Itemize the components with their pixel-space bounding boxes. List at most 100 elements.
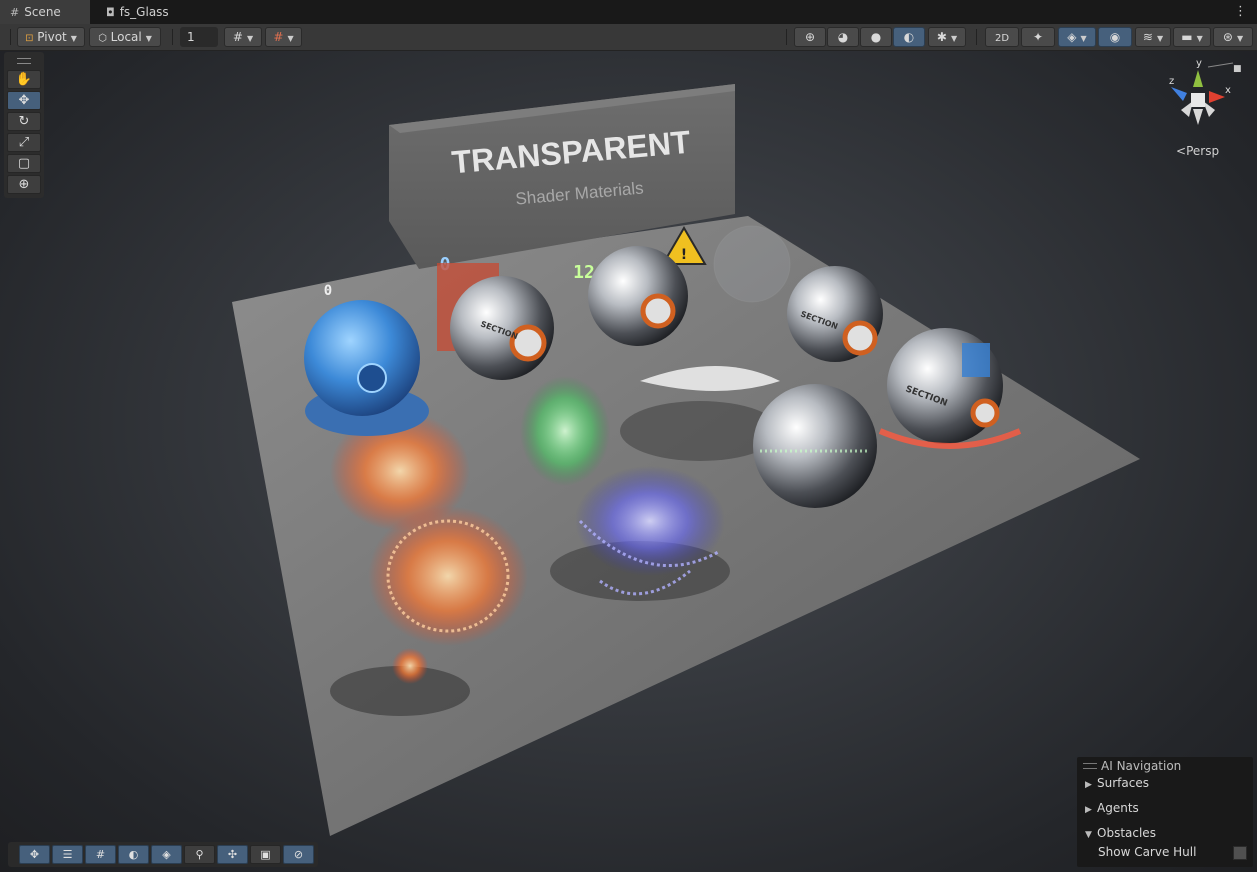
rotate-tool-button[interactable]: ↻ — [7, 112, 41, 131]
layers-dropdown[interactable]: ≋ ▼ — [1135, 27, 1171, 47]
grid-snap-icon: # — [232, 30, 243, 44]
pivot-icon: ⊡ — [25, 33, 34, 44]
chrome-robot-5 — [753, 384, 877, 508]
projection-label: Persp — [1186, 144, 1220, 158]
tab-bar: # Scene ◘ fs_Glass ⋮ — [0, 0, 1257, 24]
camera-dropdown[interactable]: ▬ ▼ — [1173, 27, 1211, 47]
settings-overlay-button[interactable]: ☰ — [52, 845, 83, 864]
chevron-down-icon: ▼ — [1196, 34, 1203, 43]
gizmos-dropdown[interactable]: ⊛ ▼ — [1213, 27, 1253, 47]
pivot-dropdown[interactable]: ⊡ Pivot ▼ — [17, 27, 85, 47]
scene-visibility-button[interactable]: ◉ — [1098, 27, 1132, 47]
move-arrows-icon: ✥ — [18, 93, 30, 108]
chevron-down-icon: ▼ — [145, 34, 152, 43]
scene-grid-icon: # — [10, 6, 20, 19]
shaded-sphere-icon: ● — [870, 30, 882, 44]
obstacles-label: Obstacles — [1097, 826, 1156, 840]
grid-overlay-button[interactable]: # — [85, 845, 116, 864]
scale-icon: ⤢ — [18, 135, 30, 150]
glass-sphere — [713, 225, 791, 303]
local-dropdown[interactable]: ⬡ Local ▼ — [89, 27, 161, 47]
monitor-icon: ▣ — [260, 848, 271, 861]
scene-asset-icon: ◘ — [106, 6, 115, 19]
grid-size-value: 1 — [187, 30, 195, 44]
chevron-down-icon: ▼ — [1085, 830, 1092, 840]
navigation-overlay-button[interactable]: ✣ — [217, 845, 248, 864]
obstacles-foldout[interactable]: ▼ Obstacles — [1085, 826, 1156, 840]
scene-viewport[interactable]: TRANSPARENT Shader Materials 0 12 0 ! — [0, 51, 1257, 872]
cube-icon: ⬡ — [98, 33, 107, 44]
chevron-down-icon: ▼ — [246, 34, 254, 43]
chrome-robot-2 — [588, 246, 688, 346]
chrome-robot-3: SECTION — [787, 266, 883, 362]
unlit-mode-button[interactable]: ◐ — [893, 27, 925, 47]
blue-glow-hologram — [575, 466, 725, 576]
shaded-wireframe-mode-button[interactable]: ◕ — [827, 27, 859, 47]
camera-icon: ▬ — [1181, 30, 1193, 44]
chevron-right-icon: ▶ — [1085, 805, 1092, 815]
green-glow-hologram — [520, 376, 610, 486]
moon-icon: ◐ — [128, 848, 139, 861]
debug-draw-button[interactable]: ✱ ▼ — [928, 27, 966, 47]
2d-toggle-icon: 2D — [994, 33, 1010, 44]
bug-icon: ✱ — [936, 30, 947, 44]
increment-snap-button[interactable]: # ▼ — [265, 27, 302, 47]
gizmo-x-cone — [1209, 91, 1225, 103]
surfaces-foldout[interactable]: ▶ Surfaces — [1085, 776, 1149, 790]
toolbar-separator — [976, 29, 977, 45]
axis-gizmo-icon: y x z ■ — [1169, 58, 1242, 125]
search-icon: ⚲ — [195, 848, 204, 861]
wireframe-mode-button[interactable]: ⊕ — [794, 27, 826, 47]
bottom-overlay-toolbar: ✥ ☰ # ◐ ◈ ⚲ ✣ ▣ ⊘ — [8, 842, 318, 867]
layers-icon: ≋ — [1142, 30, 1153, 44]
show-carve-hull-checkbox[interactable] — [1233, 846, 1247, 860]
toolbar-separator — [172, 29, 173, 45]
move-tool-button[interactable]: ✥ — [7, 91, 41, 110]
shaded-wireframe-icon: ◕ — [837, 30, 849, 44]
orange-glow-ring — [368, 506, 528, 646]
2d-toggle-button[interactable]: 2D — [985, 27, 1019, 47]
shading-overlay-button[interactable]: ◐ — [118, 845, 149, 864]
pivot-label: Pivot — [37, 30, 67, 44]
shaded-mode-button[interactable]: ● — [860, 27, 892, 47]
chevron-right-icon: ▶ — [1085, 780, 1092, 790]
light-icon: ✦ — [1032, 30, 1044, 44]
grid-size-input[interactable]: 1 — [180, 27, 218, 47]
projection-toggle[interactable]: <Persp — [1176, 144, 1219, 158]
display-overlay-button[interactable]: ▣ — [250, 845, 281, 864]
transform-tool-button[interactable]: ⊕ — [7, 175, 41, 194]
chevron-down-icon: ▼ — [1080, 34, 1087, 43]
unlit-sphere-icon: ◐ — [903, 30, 915, 44]
more-options-icon[interactable]: ⋮ — [1234, 4, 1247, 19]
chevron-down-icon: ▼ — [70, 34, 77, 43]
sliders-icon: ☰ — [62, 848, 73, 861]
grid-icon: # — [95, 848, 106, 861]
chevron-down-icon: ▼ — [950, 34, 958, 43]
scale-tool-button[interactable]: ⤢ — [7, 133, 41, 152]
increment-snap-icon: # — [273, 30, 284, 44]
effects-toggle-button[interactable]: ◈ ▼ — [1058, 27, 1096, 47]
move-overlay-button[interactable]: ✥ — [19, 845, 50, 864]
surfaces-label: Surfaces — [1097, 776, 1149, 790]
rect-tool-button[interactable]: ▢ — [7, 154, 41, 173]
layers-icon: ◈ — [162, 848, 171, 861]
search-overlay-button[interactable]: ⚲ — [184, 845, 215, 864]
lighting-toggle-button[interactable]: ✦ — [1021, 27, 1055, 47]
nodes-icon: ✣ — [227, 848, 238, 861]
gizmo-y-cone — [1193, 70, 1203, 87]
overlay-grip[interactable] — [17, 58, 31, 64]
marker-small-zero: 0 — [324, 283, 332, 299]
wireframe-sphere-icon: ⊕ — [804, 30, 816, 44]
chevron-down-icon: ▼ — [287, 34, 294, 43]
layers-overlay-button[interactable]: ◈ — [151, 845, 182, 864]
overlay-grip[interactable] — [1083, 763, 1097, 769]
agents-foldout[interactable]: ▶ Agents — [1085, 801, 1139, 815]
tab-scene[interactable]: # Scene — [0, 0, 90, 24]
gizmo-z-cone — [1171, 87, 1187, 101]
grid-snap-button[interactable]: # ▼ — [224, 27, 262, 47]
view-tool-button[interactable]: ✋ — [7, 70, 41, 89]
rect-transform-icon: ▢ — [17, 156, 31, 171]
compass-overlay-button[interactable]: ⊘ — [283, 845, 314, 864]
tab-fs-glass[interactable]: ◘ fs_Glass — [96, 0, 196, 24]
move-arrows-icon: ✥ — [29, 848, 40, 861]
